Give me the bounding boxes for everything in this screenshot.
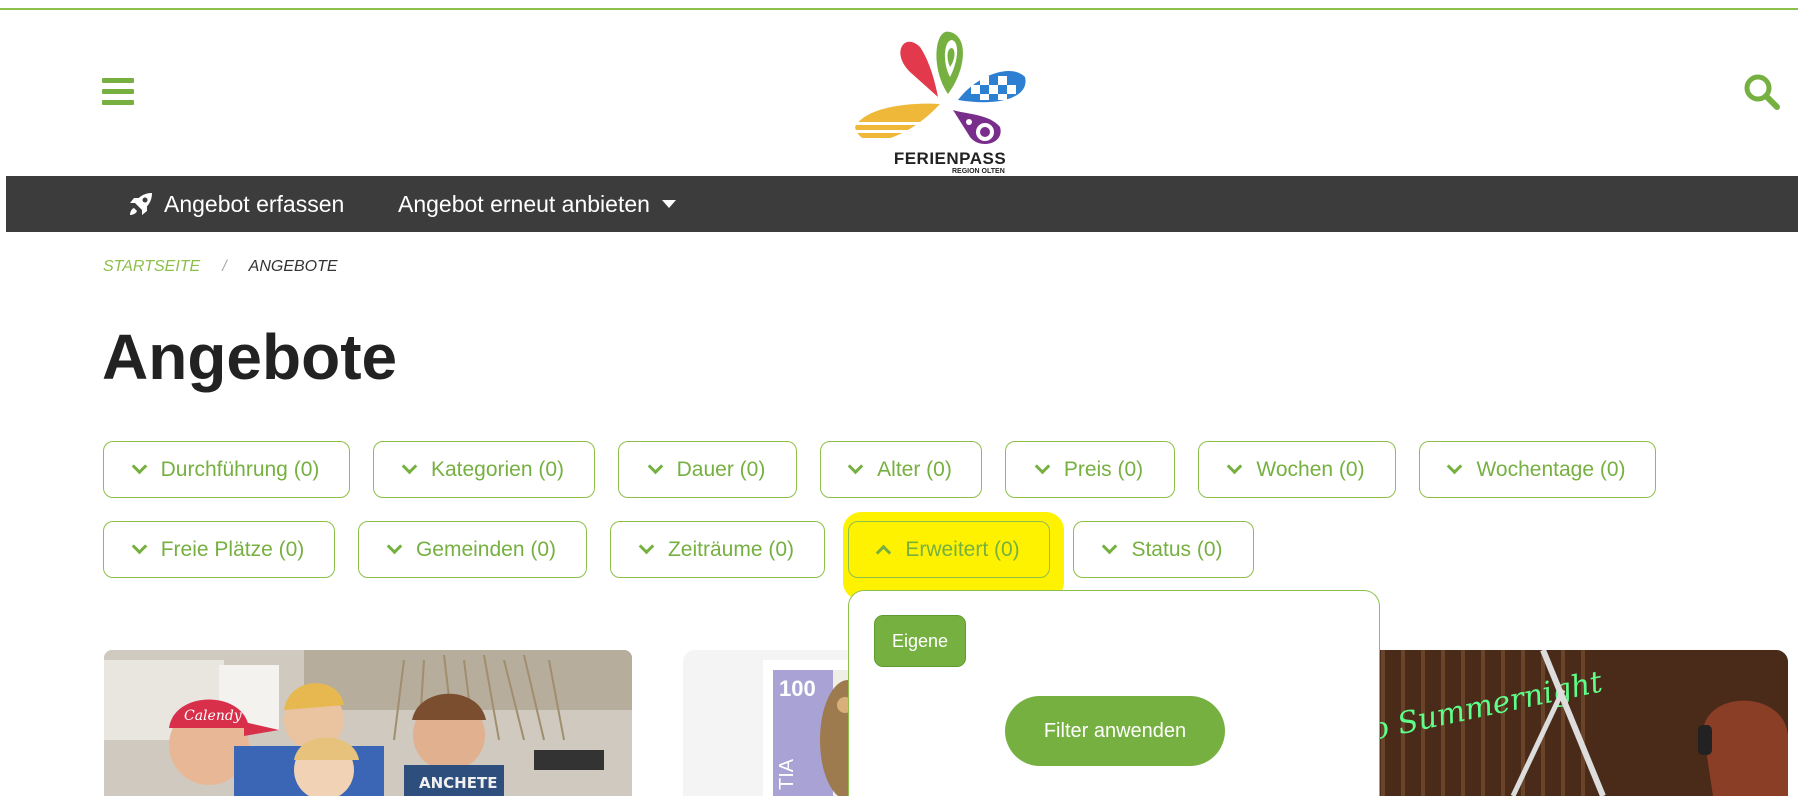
filter-kategorien[interactable]: Kategorien (0) (373, 441, 595, 498)
offer-card-1[interactable]: Calendy ANCHETE (104, 650, 632, 796)
chevron-down-icon (1227, 458, 1243, 475)
filter-label: Gemeinden (0) (415, 537, 557, 561)
filter-dauer[interactable]: Dauer (0) (618, 441, 797, 498)
chevron-up-icon (876, 544, 892, 561)
stamp-text: TIA (776, 758, 798, 790)
filter-label: Wochentage (0) (1476, 457, 1626, 481)
filter-preis[interactable]: Preis (0) (1005, 441, 1175, 498)
filter-freie-plaetze[interactable]: Freie Plätze (0) (103, 521, 335, 578)
filter-durchfuehrung[interactable]: Durchführung (0) (103, 441, 350, 498)
rocket-icon (130, 193, 152, 215)
filter-zeitraeume[interactable]: Zeiträume (0) (610, 521, 825, 578)
filter-label: Status (0) (1131, 537, 1223, 561)
chevron-down-icon (638, 538, 655, 555)
site-header: FERIENPASS REGION OLTEN (0, 10, 1798, 176)
chevron-down-icon (131, 538, 147, 555)
svg-text:ANCHETE: ANCHETE (419, 774, 497, 792)
filter-label: Zeiträume (0) (667, 537, 795, 561)
logo-title: FERIENPASS (893, 149, 1007, 168)
chevron-down-icon (847, 458, 864, 475)
filter-wochen[interactable]: Wochen (0) (1198, 441, 1396, 498)
chevron-down-icon (386, 538, 403, 555)
chevron-down-icon (401, 458, 418, 475)
filter-label: Alter (0) (877, 457, 952, 481)
filter-label: Erweitert (0) (905, 537, 1020, 561)
chevron-down-icon (1034, 458, 1051, 475)
filter-erweitert[interactable]: Erweitert (0) (848, 521, 1050, 578)
filter-label: Wochen (0) (1256, 457, 1365, 481)
filter-label: Dauer (0) (676, 457, 766, 481)
ferienpass-logo[interactable]: FERIENPASS REGION OLTEN (850, 22, 1050, 175)
nav-angebot-erfassen[interactable]: Angebot erfassen (128, 176, 344, 232)
chevron-down-icon (1447, 458, 1463, 475)
filter-gemeinden[interactable]: Gemeinden (0) (358, 521, 587, 578)
filter-wochentage[interactable]: Wochentage (0) (1419, 441, 1656, 498)
breadcrumb-home[interactable]: STARTSEITE (103, 258, 200, 276)
svg-text:Calendy: Calendy (184, 708, 243, 724)
filter-label: Preis (0) (1063, 457, 1144, 481)
apply-filter-button[interactable]: Filter anwenden (1005, 696, 1225, 766)
caret-down-icon (661, 200, 676, 208)
logo-mark-icon (850, 31, 1026, 145)
breadcrumb: STARTSEITE / ANGEBOTE (103, 258, 338, 276)
breadcrumb-separator: / (222, 258, 227, 275)
filter-label: Freie Plätze (0) (160, 537, 305, 561)
filter-label: Kategorien (0) (430, 457, 565, 481)
chevron-down-icon (1102, 538, 1118, 555)
hamburger-icon[interactable] (102, 78, 134, 106)
page-title: Angebote (102, 321, 398, 393)
nav-label: Angebot erfassen (164, 190, 345, 217)
nav-angebot-erneut-anbieten[interactable]: Angebot erneut anbieten (398, 176, 676, 232)
stamp-value: 100 (779, 676, 816, 701)
filter-tag-eigene[interactable]: Eigene (874, 615, 966, 667)
nav-label: Angebot erneut anbieten (398, 190, 650, 217)
logo-subtitle: REGION OLTEN (952, 168, 1005, 175)
erweitert-dropdown-panel: Eigene Filter anwenden (848, 590, 1380, 796)
search-icon[interactable] (1742, 72, 1782, 112)
breadcrumb-current: ANGEBOTE (248, 258, 338, 275)
main-navbar: Angebot erfassen Angebot erneut anbieten (6, 176, 1798, 232)
filter-status[interactable]: Status (0) (1073, 521, 1254, 578)
chevron-down-icon (131, 458, 147, 475)
chevron-down-icon (647, 458, 663, 475)
filter-label: Durchführung (0) (160, 457, 320, 481)
offer-card-1-image: Calendy ANCHETE (104, 650, 632, 796)
filter-alter[interactable]: Alter (0) (820, 441, 982, 498)
